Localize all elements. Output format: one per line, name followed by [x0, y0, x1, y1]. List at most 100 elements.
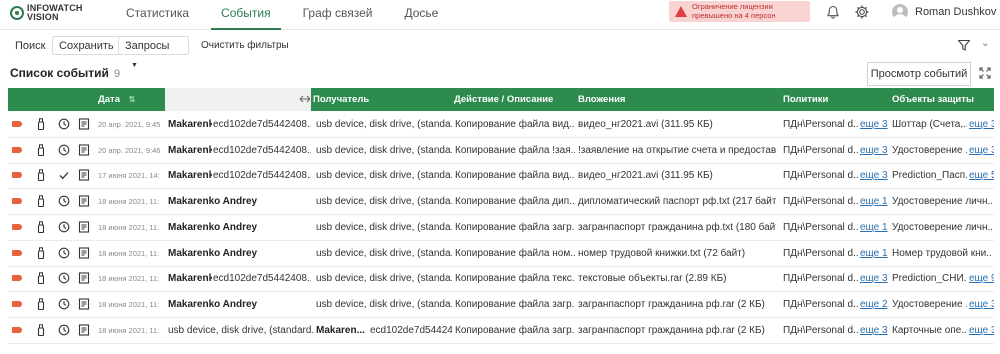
table-header: Дата ⇅ Получатель Действие / Описание Вл…	[8, 88, 994, 111]
table-row[interactable]: 18 июня 2021, 11: Makarenko Andrey usb dev…	[8, 292, 994, 318]
tab-statistics[interactable]: Статистика	[116, 0, 199, 30]
bell-icon[interactable]	[826, 5, 840, 19]
usb-icon	[37, 118, 45, 130]
tab-link-graph[interactable]: Граф связей	[293, 0, 383, 30]
tab-events[interactable]: События	[211, 0, 281, 30]
col-action[interactable]: Действие / Описание	[454, 88, 553, 111]
policy-more-link[interactable]: еще 3	[860, 318, 888, 343]
event-date: 18 июня 2021, 11:	[98, 325, 160, 335]
attachment-cell[interactable]: !заявление на открытие счета и предостав…	[578, 138, 776, 163]
recipient-cell: usb device, disk drive, (standa...	[316, 170, 452, 182]
filter-icon[interactable]	[958, 40, 970, 51]
event-tag-icon	[12, 223, 22, 230]
policy-more-link[interactable]: еще 1	[860, 189, 888, 214]
clock-icon	[58, 247, 70, 258]
infowatch-logo[interactable]: INFOWATCH VISION	[10, 4, 83, 22]
details-icon[interactable]	[78, 169, 90, 181]
policy-more-link[interactable]: еще 3	[860, 163, 888, 188]
details-icon[interactable]	[78, 195, 90, 207]
policy-cell: ПДн\Personal d...	[783, 221, 858, 233]
object-cell: Prediction_СНИ...	[892, 273, 967, 285]
details-icon[interactable]	[78, 272, 90, 284]
attachment-cell[interactable]: текстовые объекты.rar (2.89 КБ)	[578, 266, 776, 291]
policy-more-link[interactable]: еще 1	[860, 215, 888, 240]
col-attachments[interactable]: Вложения	[578, 88, 625, 111]
clock-icon	[58, 324, 70, 335]
table-row[interactable]: 18 июня 2021, 11: usb device, disk drive,…	[8, 318, 994, 344]
attachment-cell[interactable]: загранпаспорт гражданина рф.txt (180 бай…	[578, 215, 776, 240]
policy-more-link[interactable]: еще 3	[860, 112, 888, 137]
event-date: 18 июня 2021, 11:	[98, 248, 160, 258]
clear-filters-button[interactable]: Очистить фильтры	[194, 36, 296, 55]
object-more-link[interactable]: еще 3	[969, 112, 994, 137]
gear-icon[interactable]	[854, 4, 870, 20]
policy-cell: ПДн\Personal d...	[783, 324, 858, 336]
policy-cell: ПДн\Personal d...	[783, 273, 858, 285]
col-recipient[interactable]: Получатель	[313, 88, 369, 111]
tab-dossier[interactable]: Досье	[394, 0, 448, 30]
object-more-link[interactable]: еще 5	[969, 163, 994, 188]
event-date: 18 июня 2021, 11:	[98, 197, 160, 207]
object-cell: Prediction_Пасп...	[892, 170, 967, 182]
object-cell: Удостоверение ...	[892, 298, 967, 310]
check-icon	[59, 172, 69, 180]
object-more-link[interactable]: еще 3	[969, 318, 994, 343]
object-more-link[interactable]: еще 3	[969, 138, 994, 163]
table-row[interactable]: 20 апр. 2021, 9:45 Makarenko...ecd102de7d…	[8, 112, 994, 138]
attachment-cell[interactable]: видео_нг2021.avi (311.95 КБ)	[578, 112, 776, 137]
attachment-cell[interactable]: видео_нг2021.avi (311.95 КБ)	[578, 163, 776, 188]
col-policies[interactable]: Политики	[783, 88, 828, 111]
chevron-down-icon[interactable]: ⌄	[981, 38, 989, 49]
save-button[interactable]: Сохранить	[52, 36, 121, 55]
attachment-cell[interactable]: дипломатический паспорт рф.txt (217 байт…	[578, 189, 776, 214]
policy-more-link[interactable]: еще 3	[860, 138, 888, 163]
col-objects[interactable]: Объекты защиты	[892, 88, 974, 111]
attachment-cell[interactable]: номер трудовой книжки.txt (72 байт)	[578, 241, 776, 266]
logo-line2: VISION	[27, 12, 59, 22]
sender-id: ecd102de7d5442408...	[213, 119, 311, 130]
object-more-link[interactable]: еще 3	[969, 292, 994, 317]
table-row[interactable]: 20 апр. 2021, 9:46 Makarenko...ecd102de7d…	[8, 138, 994, 164]
table-row[interactable]: 18 июня 2021, 11: Makarenko...ecd102de7d5…	[8, 266, 994, 293]
events-list-title: Список событий 9	[10, 66, 120, 80]
expand-icon[interactable]	[979, 67, 991, 79]
user-menu[interactable]: Roman Dushkov	[892, 4, 996, 20]
column-resize-icon[interactable]	[299, 93, 311, 105]
action-cell: Копирование файла ном...	[455, 247, 575, 259]
action-cell: Копирование файла загр...	[455, 221, 575, 233]
details-icon[interactable]	[78, 144, 90, 156]
event-tag-icon	[12, 300, 22, 307]
event-date: 18 июня 2021, 11:	[98, 274, 160, 284]
table-row[interactable]: 18 июня 2021, 11: Makarenko Andrey usb dev…	[8, 215, 994, 241]
col-date[interactable]: Дата ⇅	[98, 88, 135, 111]
recipient-cell: usb device, disk drive, (standa...	[316, 247, 452, 259]
object-more-link[interactable]: еще 9	[969, 266, 994, 291]
clock-icon	[58, 118, 70, 130]
event-date: 20 апр. 2021, 9:45	[98, 120, 161, 129]
view-events-button[interactable]: Просмотр событий	[867, 62, 971, 86]
queries-dropdown[interactable]: Запросы ▼	[118, 36, 189, 69]
details-icon[interactable]	[78, 118, 90, 130]
policy-more-link[interactable]: еще 2	[860, 292, 888, 317]
queries-label: Запросы	[125, 40, 170, 52]
sort-icon[interactable]: ⇅	[129, 95, 136, 104]
policy-more-link[interactable]: еще 3	[860, 266, 888, 291]
action-cell: Копирование файла загр...	[455, 324, 575, 336]
policy-more-link[interactable]: еще 1	[860, 241, 888, 266]
details-icon[interactable]	[78, 324, 90, 336]
details-icon[interactable]	[78, 246, 90, 259]
list-title: Список событий	[10, 66, 109, 80]
search-button[interactable]: Поиск	[8, 36, 53, 55]
table-row[interactable]: 18 июня 2021, 11: Makarenko Andrey usb dev…	[8, 189, 994, 216]
attachment-cell[interactable]: загранпаспорт гражданина рф.rar (2 КБ)	[578, 292, 776, 317]
details-icon[interactable]	[78, 221, 90, 233]
license-alert[interactable]: Ограничение лицензии превышено на 4 перс…	[669, 1, 810, 22]
recipient-cell: usb device, disk drive, (standa...	[316, 273, 452, 285]
table-row[interactable]: 17 июня 2021, 14: Makarenko...ecd102de7d5…	[8, 163, 994, 190]
table-row[interactable]: 18 июня 2021, 11: Makarenko Andrey usb dev…	[8, 241, 994, 267]
policy-cell: ПДн\Personal d...	[783, 144, 858, 156]
details-icon[interactable]	[78, 298, 90, 310]
usb-icon	[37, 298, 45, 310]
attachment-cell[interactable]: загранпаспорт гражданина рф.rar (2 КБ)	[578, 318, 776, 343]
warning-icon	[675, 6, 687, 17]
